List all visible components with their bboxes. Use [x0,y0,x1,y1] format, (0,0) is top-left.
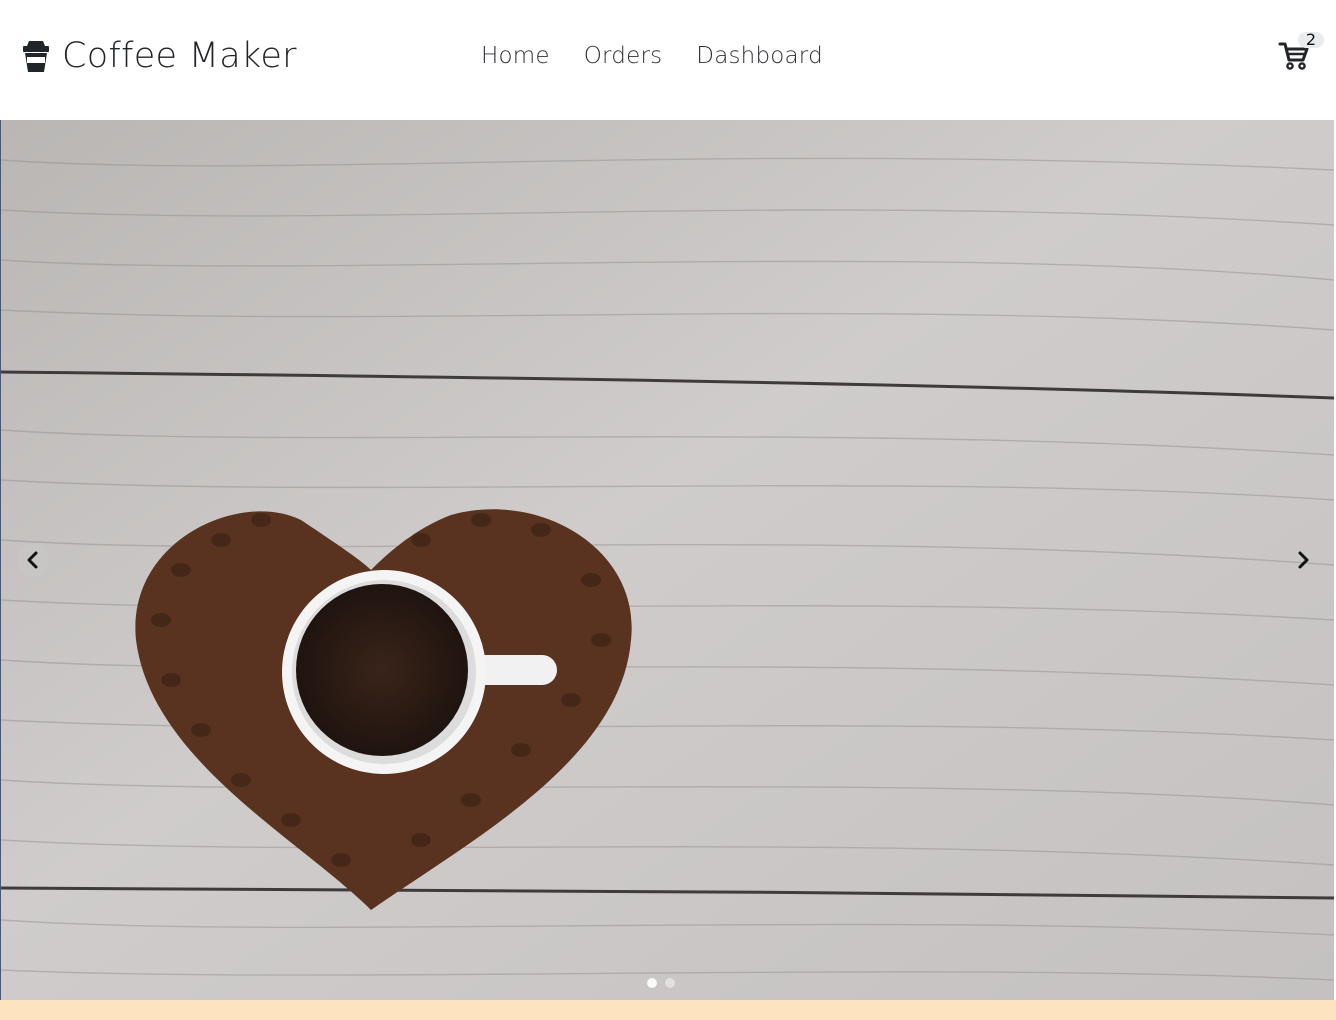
carousel-prev-button[interactable] [17,544,49,576]
hero-slide-image [1,120,1334,1000]
navbar: Coffee Maker Home Orders Dashboard 2 [0,0,1336,120]
nav-home-link[interactable]: Home [481,43,550,69]
brand-link[interactable]: Coffee Maker [22,34,297,78]
nav-dashboard-link[interactable]: Dashboard [696,43,823,69]
carousel-next-button[interactable] [1287,544,1319,576]
carousel-indicators [647,978,675,988]
carousel-indicator-2[interactable] [665,978,675,988]
chevron-left-icon [27,551,38,569]
coffee-cup-icon [23,41,49,72]
carousel-indicator-1[interactable] [647,978,657,988]
cart-count-badge: 2 [1298,32,1324,48]
main-nav: Home Orders Dashboard [481,38,823,74]
hero-carousel [1,120,1334,1000]
cart-button[interactable]: 2 [1278,32,1324,78]
brand-name: Coffee Maker [62,36,297,76]
section-below-hero [0,1000,1336,1020]
chevron-right-icon [1298,551,1309,569]
nav-orders-link[interactable]: Orders [584,43,663,69]
